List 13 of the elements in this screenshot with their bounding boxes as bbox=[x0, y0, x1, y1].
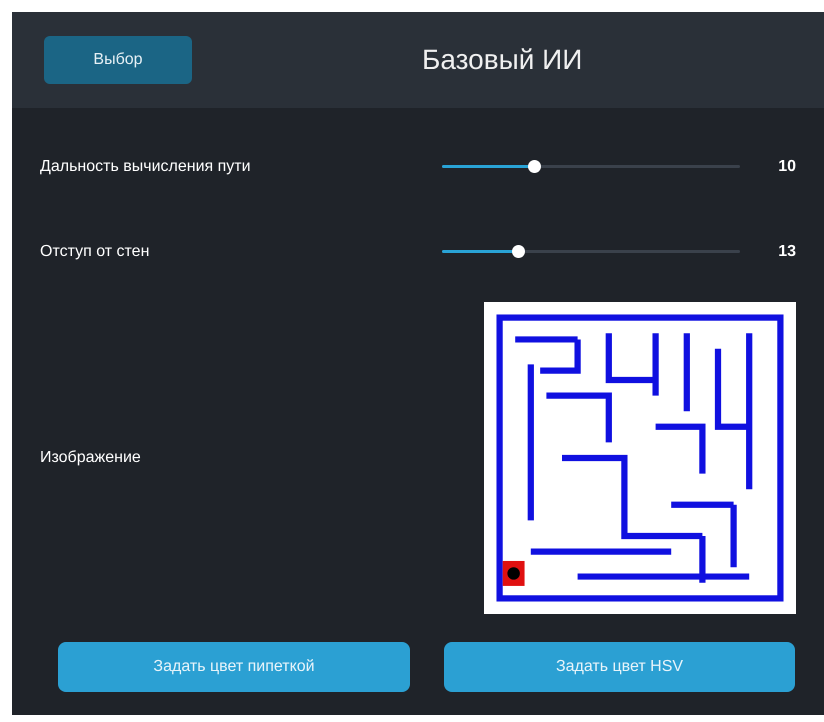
image-label: Изображение bbox=[40, 448, 142, 468]
set-color-button[interactable]: Задать цвет пипеткой bbox=[58, 642, 410, 692]
set-color-button[interactable]: Задать цвет HSV bbox=[444, 642, 795, 692]
slider-label: Отступ от стен bbox=[40, 242, 150, 262]
slider-thumb[interactable] bbox=[512, 245, 525, 258]
select-button[interactable]: Выбор bbox=[44, 36, 192, 84]
slider-value: 10 bbox=[778, 156, 796, 176]
slider-track[interactable] bbox=[442, 160, 740, 173]
slider-track[interactable] bbox=[442, 245, 740, 258]
slider-thumb[interactable] bbox=[528, 160, 542, 173]
screen-title: Базовый ИИ bbox=[422, 43, 582, 77]
slider-value: 13 bbox=[778, 242, 796, 262]
slider-label: Дальность вычисления пути bbox=[40, 156, 252, 176]
